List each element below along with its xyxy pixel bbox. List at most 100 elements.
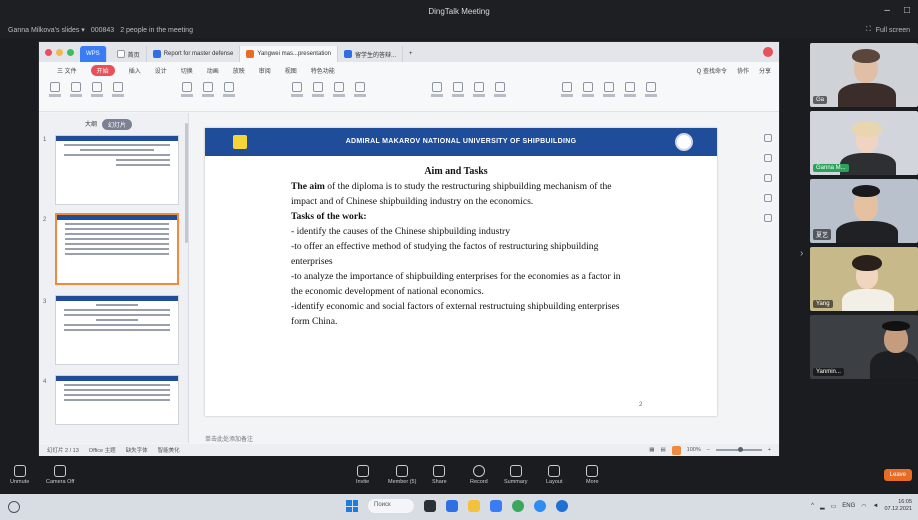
align-left-icon[interactable]: [429, 82, 445, 106]
reset-icon[interactable]: [221, 82, 237, 106]
invite-button[interactable]: Invite: [356, 465, 369, 485]
tab-slides[interactable]: 幻灯片: [102, 119, 133, 130]
menu-design[interactable]: 设计: [155, 66, 167, 75]
style-icon[interactable]: [764, 194, 772, 202]
close-dot-icon[interactable]: [45, 48, 52, 56]
minimize-icon[interactable]: –: [884, 5, 890, 16]
underline-icon[interactable]: [331, 82, 347, 106]
host-name[interactable]: Ganna Milkova's slides ▾: [8, 26, 85, 34]
share-button[interactable]: 分享: [759, 66, 771, 75]
slide-thumbnail-4[interactable]: [55, 375, 179, 425]
tab-report[interactable]: Report for master defense: [147, 46, 241, 62]
participant-tile[interactable]: Ganna M...: [810, 111, 918, 175]
windows-start-icon[interactable]: [346, 500, 358, 512]
transition-icon[interactable]: [764, 174, 772, 182]
layout-icon[interactable]: [200, 82, 216, 106]
font-color-icon[interactable]: [352, 82, 368, 106]
language-indicator[interactable]: ENG: [842, 503, 855, 509]
bold-icon[interactable]: [289, 82, 305, 106]
unmute-button[interactable]: Unmute: [10, 465, 29, 485]
notes-placeholder[interactable]: 单击此处添加备注: [205, 434, 253, 443]
smart-beautify[interactable]: 智能美化: [158, 446, 180, 454]
line-spacing-icon[interactable]: [492, 82, 508, 106]
zoom-in-icon[interactable]: +: [768, 447, 771, 453]
thumbnail-scrollbar[interactable]: [185, 123, 188, 243]
taskbar-clock[interactable]: 16:05 07.12.2021: [884, 499, 912, 513]
tab-outline[interactable]: 大纲: [85, 119, 97, 130]
wps-taskbar-icon[interactable]: [556, 500, 568, 512]
collapse-panel-icon[interactable]: ›: [800, 248, 803, 259]
fullscreen-icon[interactable]: ⛶: [866, 26, 871, 34]
play-current-icon[interactable]: [110, 82, 126, 106]
animation-pane-icon[interactable]: [764, 154, 772, 162]
more-button[interactable]: More: [586, 465, 599, 485]
file-explorer-icon[interactable]: [468, 500, 480, 512]
network-icon[interactable]: ▂: [820, 503, 825, 510]
battery-icon[interactable]: ▭: [831, 503, 837, 510]
mail-icon[interactable]: [490, 500, 502, 512]
format-painter-icon[interactable]: [89, 82, 105, 106]
arrange-icon[interactable]: [601, 82, 617, 106]
restore-icon[interactable]: □: [904, 5, 910, 16]
menu-transition[interactable]: 切换: [181, 66, 193, 75]
fullscreen-label[interactable]: Full screen: [876, 27, 910, 34]
slide-thumbnail-1[interactable]: [55, 135, 179, 205]
menu-file[interactable]: 三 文件: [57, 66, 77, 75]
menu-review[interactable]: 审阅: [259, 66, 271, 75]
share-button[interactable]: Share: [432, 465, 447, 485]
participant-tile[interactable]: Yanmin...: [810, 315, 918, 379]
menu-view[interactable]: 视图: [285, 66, 297, 75]
play-slideshow-icon[interactable]: [671, 445, 681, 455]
cut-icon[interactable]: [68, 82, 84, 106]
tab-defense[interactable]: 留学生的答辩...: [338, 46, 404, 62]
sorter-view-icon[interactable]: ▤: [660, 447, 665, 453]
maximize-dot-icon[interactable]: [67, 48, 74, 56]
properties-icon[interactable]: [764, 134, 772, 142]
menu-home[interactable]: 开始: [90, 64, 115, 76]
minimize-dot-icon[interactable]: [56, 48, 63, 56]
zoom-out-icon[interactable]: –: [707, 447, 710, 453]
find-icon[interactable]: [622, 82, 638, 106]
align-center-icon[interactable]: [450, 82, 466, 106]
wps-close-icon[interactable]: [763, 47, 773, 57]
menu-animation[interactable]: 动画: [207, 66, 219, 75]
current-slide[interactable]: ADMIRAL MAKAROV NATIONAL UNIVERSITY OF S…: [205, 128, 717, 416]
slide-text-box[interactable]: Aim and Tasks The aim of the diploma is …: [291, 164, 621, 329]
search-command[interactable]: Q 查找命令: [697, 66, 727, 75]
menu-features[interactable]: 特色功能: [311, 66, 335, 75]
chrome-icon[interactable]: [512, 500, 524, 512]
missing-font-indicator[interactable]: 缺失字体: [126, 446, 148, 454]
new-slide-button-icon[interactable]: [179, 82, 195, 106]
new-slide-icon[interactable]: [47, 82, 63, 106]
tab-presentation[interactable]: Yangwei mas...presentation: [240, 46, 338, 62]
summary-button[interactable]: Summary: [504, 465, 528, 485]
members-button[interactable]: Member (5): [388, 465, 416, 485]
slide-thumbnail-3[interactable]: [55, 295, 179, 365]
volume-icon[interactable]: ◄: [873, 503, 879, 509]
collaborate-button[interactable]: 协作: [737, 66, 749, 75]
video-app-icon[interactable]: [446, 500, 458, 512]
add-tab-button[interactable]: +: [403, 46, 419, 62]
participant-tile[interactable]: Ga: [810, 43, 918, 107]
menu-slideshow[interactable]: 放映: [233, 66, 245, 75]
slide-thumbnail-2[interactable]: [55, 213, 179, 285]
wifi-icon[interactable]: ◠: [861, 503, 866, 510]
camera-button[interactable]: Camera Off: [46, 465, 74, 485]
tab-homepage[interactable]: 首页: [111, 46, 147, 62]
align-right-icon[interactable]: [471, 82, 487, 106]
tray-expand-icon[interactable]: ^: [811, 503, 814, 509]
taskbar-search[interactable]: Поиск: [368, 499, 414, 513]
dingtalk-icon[interactable]: [534, 500, 546, 512]
leave-meeting-button[interactable]: Leave: [883, 469, 912, 481]
textbox-icon[interactable]: [559, 82, 575, 106]
task-view-icon[interactable]: [8, 501, 20, 513]
task-view-button-icon[interactable]: [424, 500, 436, 512]
normal-view-icon[interactable]: ▦: [649, 447, 654, 453]
record-button[interactable]: Record: [470, 465, 488, 485]
zoom-slider[interactable]: [715, 447, 762, 452]
shape-icon[interactable]: [580, 82, 596, 106]
participant-tile[interactable]: 夏艺: [810, 179, 918, 243]
participant-tile[interactable]: Yang: [810, 247, 918, 311]
tab-wps-home[interactable]: WPS: [80, 46, 107, 62]
italic-icon[interactable]: [310, 82, 326, 106]
